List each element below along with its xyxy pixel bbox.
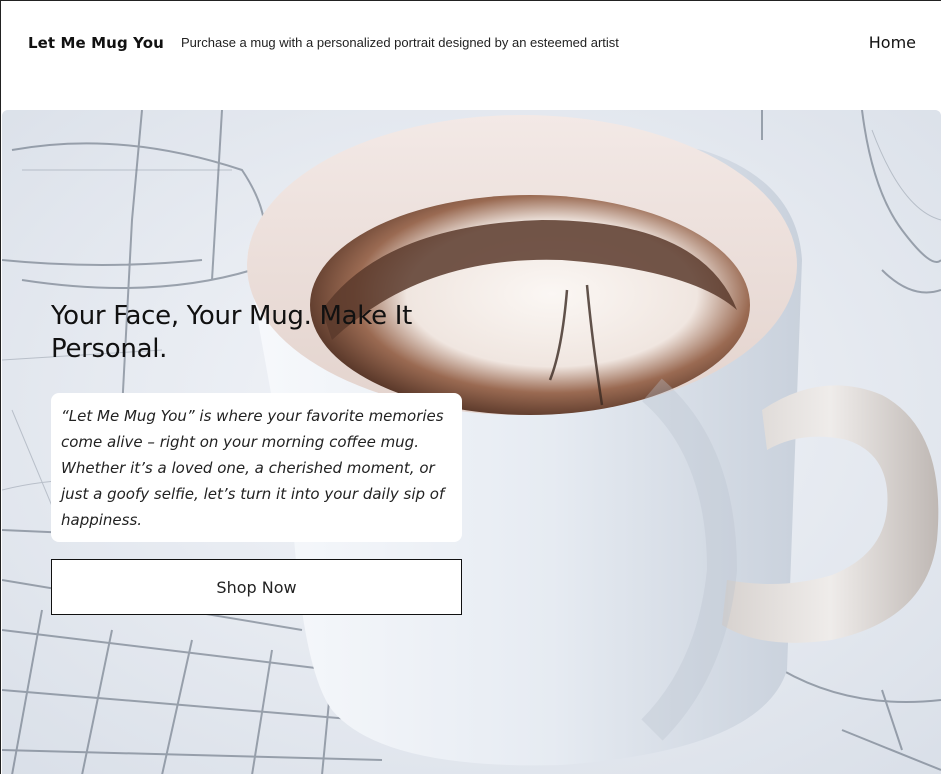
hero-heading: Your Face, Your Mug. Make It Personal. [51,301,413,364]
nav-home-link[interactable]: Home [869,33,916,52]
site-header: Let Me Mug You Purchase a mug with a per… [1,1,941,109]
site-tagline: Purchase a mug with a personalized portr… [181,35,619,50]
hero-quote-box: “Let Me Mug You” is where your favorite … [51,393,462,542]
site-title[interactable]: Let Me Mug You [28,34,164,52]
hero-quote-text: “Let Me Mug You” is where your favorite … [61,407,445,529]
hero-section: Your Face, Your Mug. Make It Personal. “… [2,110,941,774]
page-frame: Let Me Mug You Purchase a mug with a per… [0,0,941,774]
shop-now-button[interactable]: Shop Now [51,559,462,615]
